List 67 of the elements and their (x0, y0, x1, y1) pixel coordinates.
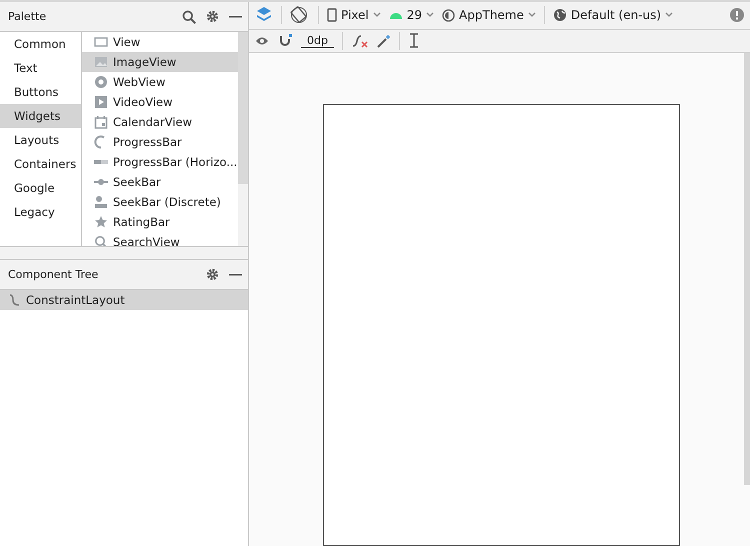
palette-item[interactable]: SeekBar (82, 172, 238, 192)
chevron-icon (528, 12, 536, 18)
star-icon (94, 215, 108, 229)
play-icon (94, 95, 108, 109)
item-label: View (113, 35, 140, 49)
chevron-icon (426, 12, 434, 18)
tree-label: ConstraintLayout (26, 293, 125, 307)
clear-constraints-icon[interactable] (350, 34, 369, 48)
magnet-icon[interactable] (279, 34, 293, 48)
category-item[interactable]: Text (0, 56, 81, 80)
api-dropdown[interactable]: 29 (388, 8, 434, 22)
connector-icon (8, 293, 22, 307)
calendar-icon (94, 115, 108, 129)
palette-item[interactable]: SearchView (82, 232, 238, 246)
device-dropdown[interactable]: Pixel (327, 8, 381, 22)
item-label: RatingBar (113, 215, 170, 229)
rotate-icon[interactable] (290, 6, 310, 24)
item-label: SearchView (113, 235, 180, 246)
item-label: ImageView (113, 55, 176, 69)
rectangle-icon (94, 35, 108, 49)
magic-wand-icon[interactable] (376, 34, 391, 48)
category-item[interactable]: Widgets (0, 104, 81, 128)
image-icon (94, 55, 108, 69)
panel-title: Component Tree (8, 268, 100, 281)
item-label: SeekBar (Discrete) (113, 195, 221, 209)
theme-dropdown[interactable]: AppTheme (442, 8, 536, 22)
globe-icon (94, 75, 108, 89)
item-label: CalendarView (113, 115, 192, 129)
category-item[interactable]: Buttons (0, 80, 81, 104)
search-icon[interactable] (182, 10, 196, 24)
palette-item[interactable]: VideoView (82, 92, 238, 112)
settings-icon[interactable] (206, 268, 219, 281)
locale-dropdown[interactable]: Default (en-us) (552, 8, 674, 22)
android-icon (388, 10, 403, 20)
theme-icon (442, 8, 456, 22)
category-item[interactable]: Common (0, 32, 81, 56)
palette-item[interactable]: ImageView (82, 52, 238, 72)
item-label: ProgressBar (113, 135, 182, 149)
scrollbar-thumb[interactable] (238, 32, 248, 184)
item-label: SeekBar (113, 175, 161, 189)
warning-icon[interactable] (730, 8, 744, 22)
category-item[interactable]: Containers (0, 152, 81, 176)
scrollbar-thumb[interactable] (744, 53, 750, 485)
tree-item[interactable]: ConstraintLayout (0, 290, 248, 310)
palette-item[interactable]: ProgressBar (Horizo... (82, 152, 238, 172)
palette-item[interactable]: RatingBar (82, 212, 238, 232)
palette-item[interactable]: SeekBar (Discrete) (82, 192, 238, 212)
item-label: WebView (113, 75, 166, 89)
palette-item[interactable]: ProgressBar (82, 132, 238, 152)
eye-icon[interactable] (255, 34, 271, 47)
settings-icon[interactable] (206, 10, 219, 23)
item-label: VideoView (113, 95, 173, 109)
item-label: ProgressBar (Horizo... (113, 155, 238, 169)
chevron-icon (665, 12, 674, 18)
phone-icon (327, 8, 337, 22)
palette-item[interactable]: View (82, 32, 238, 52)
category-item[interactable]: Layouts (0, 128, 81, 152)
globe-icon (552, 8, 567, 22)
palette-item[interactable]: WebView (82, 72, 238, 92)
search-icon (94, 235, 108, 246)
slider-icon (94, 195, 108, 209)
category-item[interactable]: Google (0, 176, 81, 200)
margin-field[interactable]: 0dp (301, 34, 334, 48)
palette-item[interactable]: CalendarView (82, 112, 238, 132)
chevron-icon (372, 12, 381, 18)
panel-title: Palette (8, 10, 48, 23)
category-item[interactable]: Legacy (0, 200, 81, 224)
